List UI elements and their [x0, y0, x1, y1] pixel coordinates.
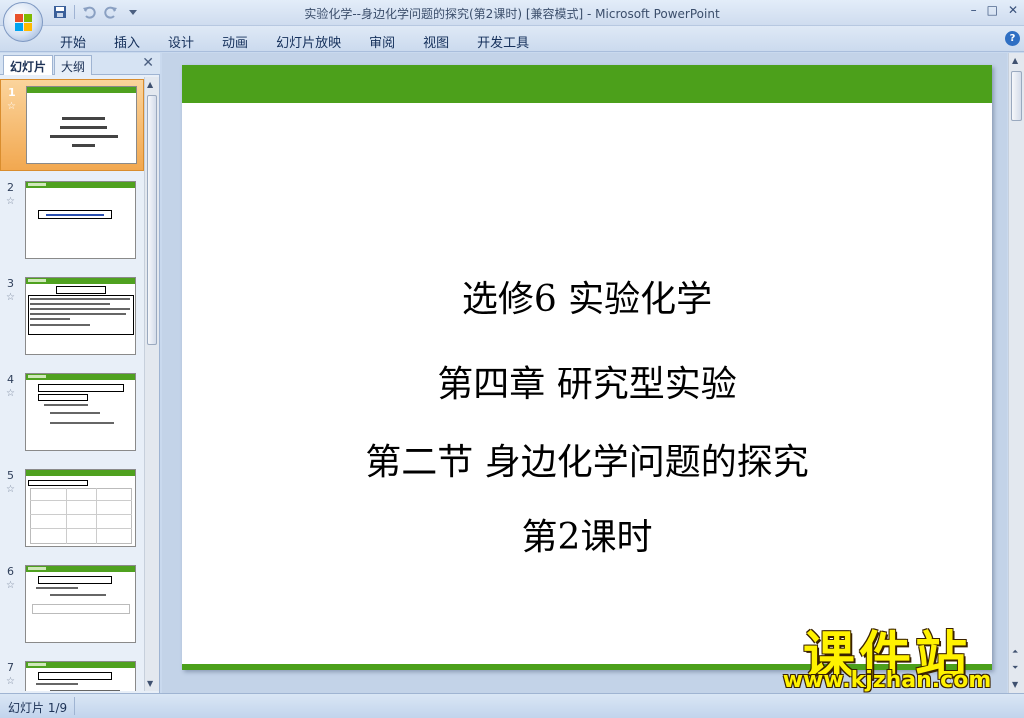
title-bar: 实验化学--身边化学问题的探究(第2课时) [兼容模式] - Microsoft… — [0, 0, 1024, 26]
slide-thumbnail-5[interactable]: 5 ☆ — [0, 463, 144, 555]
slide-thumbnails: 1 ☆ 2 ☆ 3 ☆ 4 ☆ 5 ☆ 6 ☆ 7 ☆ — [0, 77, 144, 691]
tab-outline[interactable]: 大纲 — [54, 55, 93, 75]
slide-thumbnail-1[interactable]: 1 ☆ — [0, 79, 144, 171]
animation-star-icon: ☆ — [6, 580, 15, 591]
slide-number: 5 — [7, 469, 14, 482]
animation-star-icon: ☆ — [7, 101, 16, 112]
slide-thumbnail-6[interactable]: 6 ☆ — [0, 559, 144, 651]
close-button[interactable]: ✕ — [1008, 3, 1018, 17]
slide-preview — [25, 277, 136, 355]
next-slide-icon[interactable]: ⏷ — [1012, 663, 1018, 673]
watermark-logo: 课件站 www.kjzhan.com — [772, 614, 1002, 694]
slide-number: 1 — [8, 86, 16, 99]
scroll-up-icon[interactable]: ▲ — [147, 80, 153, 89]
slide-header-band — [182, 65, 992, 103]
maximize-button[interactable]: □ — [987, 3, 998, 17]
office-logo-icon — [15, 14, 33, 32]
status-bar: 幻灯片 1/9 — [0, 693, 1024, 718]
slide-preview — [25, 661, 136, 691]
slide-number: 3 — [7, 277, 14, 290]
main-scrollbar[interactable]: ▲ ⏶ ⏷ ▼ — [1008, 53, 1024, 693]
pane-close-icon[interactable]: ✕ — [142, 55, 154, 71]
tab-insert[interactable]: 插入 — [100, 30, 154, 53]
window-title: 实验化学--身边化学问题的探究(第2课时) [兼容模式] - Microsoft… — [0, 5, 1024, 22]
main-scroll-thumb[interactable] — [1011, 71, 1022, 121]
slide-number: 4 — [7, 373, 14, 386]
previous-slide-icon[interactable]: ⏶ — [1012, 647, 1018, 657]
slide-line-1[interactable]: 选修6 实验化学 — [182, 270, 992, 322]
slide-thumbnail-2[interactable]: 2 ☆ — [0, 175, 144, 267]
window-controls: – □ ✕ — [971, 3, 1018, 17]
slide-preview — [25, 469, 136, 547]
watermark-url: www.kjzhan.com — [782, 668, 992, 693]
slides-pane: 幻灯片 大纲 ✕ 1 ☆ 2 ☆ 3 ☆ 4 ☆ 5 ☆ 6 ☆ 7 ☆ ▲ ▼ — [0, 53, 160, 693]
animation-star-icon: ☆ — [6, 196, 15, 207]
slide-number: 6 — [7, 565, 14, 578]
app-name: Microsoft PowerPoint — [595, 7, 720, 21]
tab-review[interactable]: 审阅 — [355, 30, 409, 53]
office-button[interactable] — [3, 2, 43, 42]
slide-preview — [25, 181, 136, 259]
tab-developer[interactable]: 开发工具 — [463, 30, 543, 53]
animation-star-icon: ☆ — [6, 388, 15, 399]
slide-line-4[interactable]: 第2课时 — [182, 508, 992, 560]
slide-thumbnail-7[interactable]: 7 ☆ — [0, 655, 144, 691]
tab-view[interactable]: 视图 — [409, 30, 463, 53]
status-separator — [74, 697, 75, 715]
slide-line-3[interactable]: 第二节 身边化学问题的探究 — [182, 433, 992, 485]
slide-preview — [25, 373, 136, 451]
slide-counter: 幻灯片 1/9 — [8, 701, 68, 715]
ribbon-tabs: 开始 插入 设计 动画 幻灯片放映 审阅 视图 开发工具 ? — [0, 26, 1024, 52]
slide-number: 2 — [7, 181, 14, 194]
slide-preview — [25, 565, 136, 643]
scroll-up-icon[interactable]: ▲ — [1012, 56, 1018, 65]
help-icon[interactable]: ? — [1005, 31, 1020, 46]
animation-star-icon: ☆ — [6, 292, 15, 303]
slide-thumbnail-3[interactable]: 3 ☆ — [0, 271, 144, 363]
tab-design[interactable]: 设计 — [154, 30, 208, 53]
slide-thumbnail-4[interactable]: 4 ☆ — [0, 367, 144, 459]
slide-editing-area: 选修6 实验化学 第四章 研究型实验 第二节 身边化学问题的探究 第2课时 — [162, 53, 1007, 693]
slide-preview — [26, 86, 137, 164]
tab-slides[interactable]: 幻灯片 — [3, 55, 54, 75]
tab-home[interactable]: 开始 — [46, 30, 100, 53]
minimize-button[interactable]: – — [971, 3, 977, 17]
animation-star-icon: ☆ — [6, 484, 15, 495]
pane-scrollbar[interactable]: ▲ ▼ — [144, 77, 159, 691]
document-title: 实验化学--身边化学问题的探究(第2课时) [兼容模式] — [304, 7, 584, 21]
slide-line-2[interactable]: 第四章 研究型实验 — [182, 355, 992, 407]
pane-scroll-thumb[interactable] — [147, 95, 157, 345]
tab-animations[interactable]: 动画 — [208, 30, 262, 53]
animation-star-icon: ☆ — [6, 676, 15, 687]
tab-slideshow[interactable]: 幻灯片放映 — [262, 30, 355, 53]
pane-tabs: 幻灯片 大纲 ✕ — [0, 53, 160, 75]
scroll-down-icon[interactable]: ▼ — [1012, 680, 1018, 689]
current-slide[interactable]: 选修6 实验化学 第四章 研究型实验 第二节 身边化学问题的探究 第2课时 — [182, 65, 992, 670]
scroll-down-icon[interactable]: ▼ — [147, 679, 153, 688]
title-separator: - — [583, 7, 596, 21]
slide-number: 7 — [7, 661, 14, 674]
